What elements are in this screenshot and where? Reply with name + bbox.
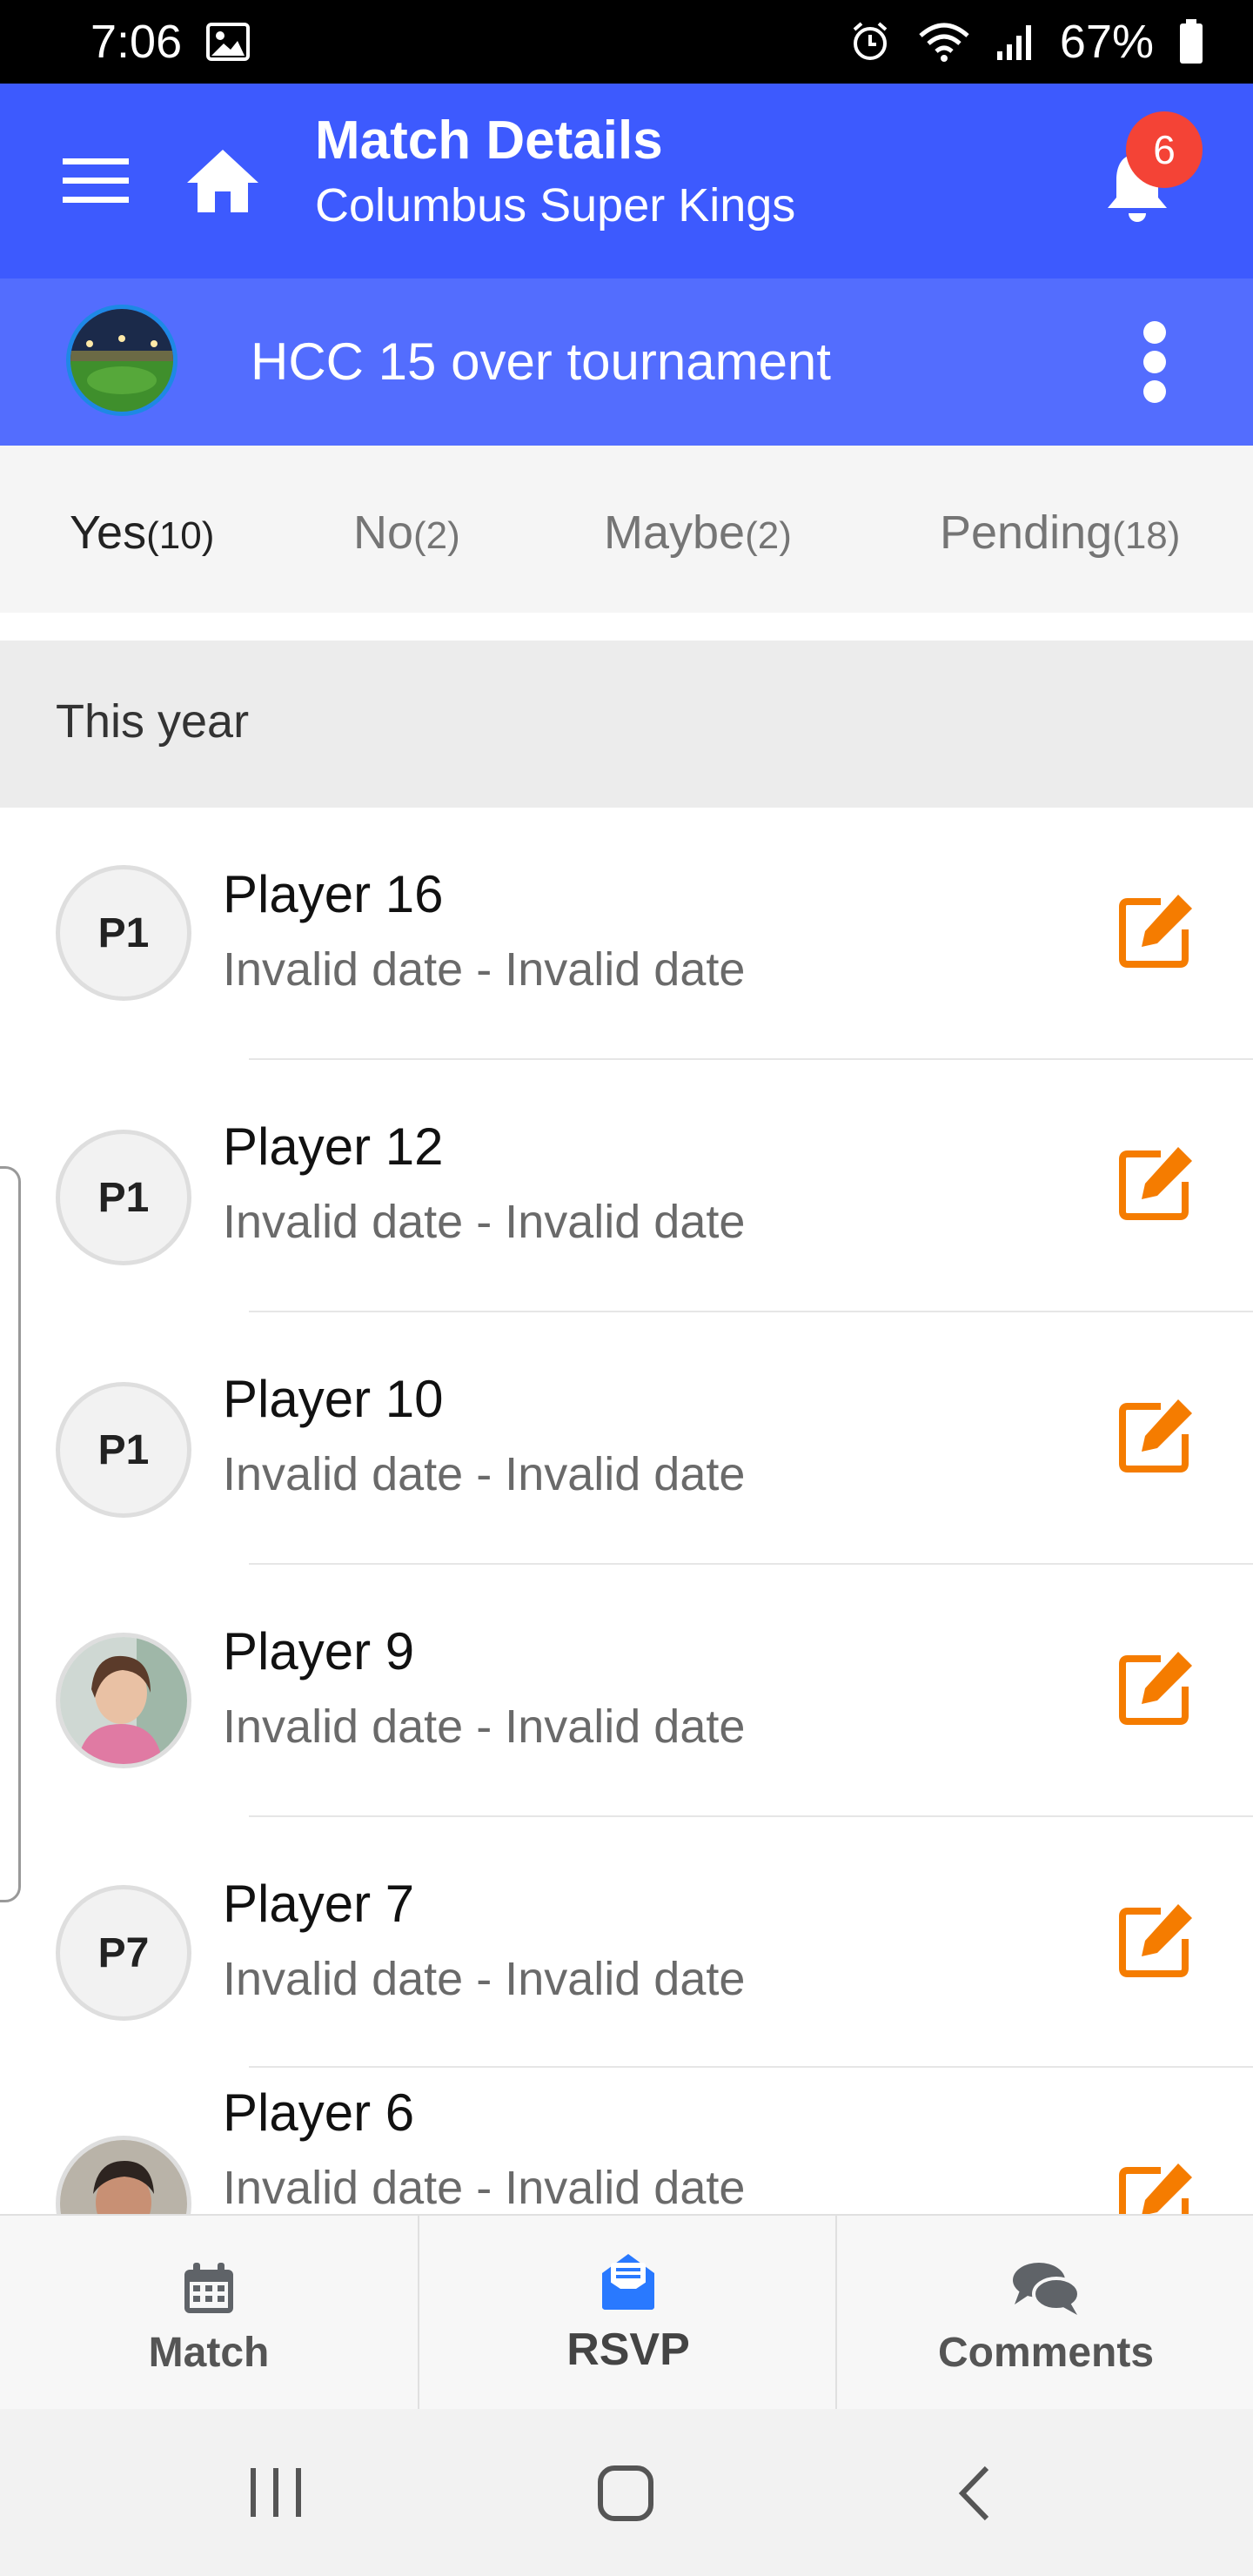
- player-dates: Invalid date - Invalid date: [223, 1196, 746, 1248]
- page-title: Match Details: [315, 111, 663, 171]
- title-block: Match Details Columbus Super Kings: [315, 110, 795, 235]
- nav-match[interactable]: Match: [0, 2216, 418, 2411]
- avatar-photo: [56, 1633, 191, 1768]
- side-panel-handle[interactable]: [0, 1166, 21, 1902]
- avatar-photo: [56, 2136, 191, 2214]
- battery-icon: [1178, 19, 1204, 64]
- tab-yes-label: Yes: [70, 506, 147, 559]
- player-dates: Invalid date - Invalid date: [223, 1953, 746, 2005]
- home-icon[interactable]: [179, 138, 266, 225]
- player-name: Player 6: [223, 2083, 415, 2142]
- tournament-name: HCC 15 over tournament: [251, 332, 831, 391]
- comments-icon: [1013, 2263, 1081, 2315]
- edit-icon[interactable]: [1117, 1901, 1196, 1979]
- tab-pending-label: Pending: [940, 506, 1113, 559]
- bottom-nav: Match RSVP Comments: [0, 2214, 1253, 2411]
- more-vertical-icon[interactable]: [1122, 313, 1187, 411]
- avatar: P7: [56, 1885, 191, 2021]
- edit-icon[interactable]: [1117, 1396, 1196, 1474]
- nav-comments-label: Comments: [937, 2330, 1155, 2376]
- list-item[interactable]: Player 9 Invalid date - Invalid date: [0, 1565, 1253, 1815]
- tab-no-label: No: [353, 506, 414, 559]
- player-dates: Invalid date - Invalid date: [223, 943, 746, 996]
- back-icon[interactable]: [957, 2465, 992, 2522]
- notification-badge: 6: [1126, 111, 1203, 188]
- tab-no[interactable]: No(2): [353, 505, 460, 564]
- tab-yes[interactable]: Yes(10): [70, 505, 214, 564]
- rsvp-mail-icon: [602, 2254, 654, 2310]
- status-time: 7:06: [90, 16, 183, 68]
- tournament-avatar: [66, 305, 178, 416]
- calendar-icon: [184, 2263, 233, 2313]
- tab-maybe-label: Maybe: [604, 506, 746, 559]
- rsvp-tabs: Yes(10) No(2) Maybe(2) Pending(18): [0, 446, 1253, 613]
- nav-match-label: Match: [148, 2330, 270, 2376]
- system-nav: [0, 2409, 1253, 2576]
- status-bar: 7:06 67%: [0, 0, 1253, 84]
- wifi-icon: [917, 20, 971, 64]
- edit-icon[interactable]: [1117, 2160, 1196, 2214]
- tab-pending-count: (18): [1112, 514, 1181, 557]
- tournament-bar: HCC 15 over tournament: [0, 278, 1253, 446]
- tab-maybe[interactable]: Maybe(2): [604, 505, 792, 564]
- list-item[interactable]: P1 Player 16 Invalid date - Invalid date: [0, 808, 1253, 1058]
- section-title: This year: [56, 695, 250, 748]
- list-item[interactable]: Player 6 Invalid date - Invalid date: [0, 2068, 1253, 2214]
- signal-icon: [995, 22, 1035, 62]
- tab-maybe-count: (2): [745, 514, 792, 557]
- player-name: Player 9: [223, 1622, 415, 1680]
- avatar: P1: [56, 1130, 191, 1265]
- list-item[interactable]: P1 Player 10 Invalid date - Invalid date: [0, 1312, 1253, 1563]
- app-bar: Match Details Columbus Super Kings 6: [0, 84, 1253, 278]
- tab-yes-count: (10): [146, 514, 215, 557]
- page-subtitle: Columbus Super Kings: [315, 179, 796, 231]
- gallery-icon: [206, 23, 251, 61]
- edit-icon[interactable]: [1117, 891, 1196, 969]
- section-header: This year: [0, 641, 1253, 808]
- nav-rsvp-label: RSVP: [566, 2324, 690, 2375]
- avatar: P1: [56, 865, 191, 1001]
- battery-percent: 67%: [1059, 16, 1154, 68]
- player-dates: Invalid date - Invalid date: [223, 1448, 746, 1500]
- player-name: Player 7: [223, 1875, 415, 1933]
- player-dates: Invalid date - Invalid date: [223, 2162, 746, 2214]
- edit-icon[interactable]: [1117, 1144, 1196, 1222]
- nav-rsvp[interactable]: RSVP: [418, 2216, 837, 2411]
- list-item[interactable]: P1 Player 12 Invalid date - Invalid date: [0, 1060, 1253, 1311]
- player-name: Player 12: [223, 1117, 444, 1176]
- nav-comments[interactable]: Comments: [835, 2216, 1253, 2411]
- list-item[interactable]: P7 Player 7 Invalid date - Invalid date: [0, 1817, 1253, 2068]
- player-dates: Invalid date - Invalid date: [223, 1701, 746, 1753]
- menu-icon[interactable]: [52, 144, 139, 218]
- recent-apps-icon[interactable]: [247, 2466, 305, 2519]
- tab-pending[interactable]: Pending(18): [940, 505, 1180, 564]
- home-nav-icon[interactable]: [597, 2465, 654, 2522]
- tab-no-count: (2): [413, 514, 460, 557]
- alarm-icon: [848, 19, 893, 64]
- player-name: Player 10: [223, 1370, 444, 1428]
- player-name: Player 16: [223, 865, 444, 923]
- avatar: P1: [56, 1382, 191, 1518]
- edit-icon[interactable]: [1117, 1648, 1196, 1727]
